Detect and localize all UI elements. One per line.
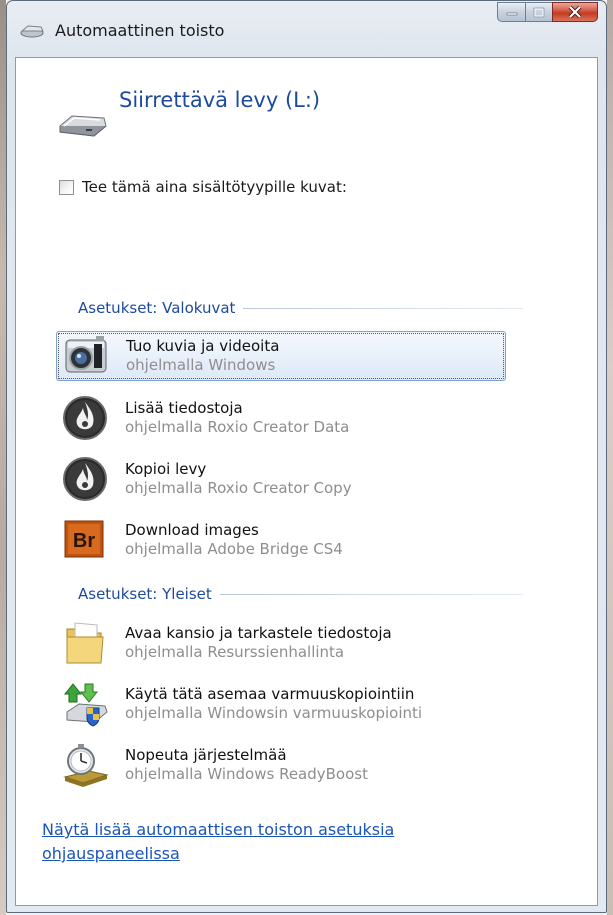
device-title: Siirrettävä levy (L:): [119, 88, 321, 112]
adobe-bridge-icon: Br: [61, 516, 111, 564]
option-subtitle: ohjelmalla Resurssienhallinta: [125, 643, 345, 661]
camera-icon: [62, 332, 112, 380]
group-header-general: Asetukset: Yleiset: [78, 585, 523, 603]
always-do-checkbox[interactable]: [59, 179, 74, 195]
roxio-flame-icon: [61, 455, 111, 503]
option-add-files[interactable]: Lisää tiedostoja ohjelmalla Roxio Creato…: [56, 393, 506, 443]
roxio-flame-icon: [61, 394, 111, 442]
svg-text:Br: Br: [73, 530, 95, 552]
maximize-button[interactable]: [525, 2, 552, 22]
close-button[interactable]: [552, 2, 598, 22]
group-header-label: Asetukset: Yleiset: [78, 585, 212, 603]
option-open-folder[interactable]: Avaa kansio ja tarkastele tiedostoja ohj…: [56, 618, 506, 668]
readyboost-icon: [61, 741, 111, 789]
window-title: Automaattinen toisto: [55, 21, 225, 40]
option-title: Lisää tiedostoja: [125, 399, 243, 417]
option-subtitle: ohjelmalla Windows: [126, 356, 276, 374]
option-title: Tuo kuvia ja videoita: [126, 337, 280, 355]
more-autoplay-options-link[interactable]: Näytä lisää automaattisen toiston asetuk…: [42, 818, 462, 866]
option-subtitle: ohjelmalla Roxio Creator Copy: [125, 479, 352, 497]
option-title: Kopioi levy: [125, 460, 207, 478]
option-download-images[interactable]: Br Download images ohjelmalla Adobe Brid…: [56, 515, 506, 565]
option-subtitle: ohjelmalla Windowsin varmuuskopiointi: [125, 704, 423, 722]
title-bar[interactable]: Automaattinen toisto: [7, 1, 606, 57]
autoplay-content: Siirrettävä levy (L:) Tee tämä aina sisä…: [15, 57, 598, 906]
group-divider: [243, 307, 523, 309]
always-do-label: Tee tämä aina sisältötyypille kuvat:: [82, 178, 347, 196]
group-divider: [219, 593, 523, 595]
folder-icon: [61, 619, 111, 667]
drive-title-icon: [20, 25, 44, 38]
option-import-pictures[interactable]: Tuo kuvia ja videoita ohjelmalla Windows: [56, 331, 506, 381]
option-subtitle: ohjelmalla Roxio Creator Data: [125, 418, 350, 436]
group-header-label: Asetukset: Valokuvat: [78, 299, 236, 317]
option-readyboost[interactable]: Nopeuta järjestelmää ohjelmalla Windows …: [56, 740, 506, 790]
maximize-icon: [533, 7, 545, 17]
option-title: Download images: [125, 521, 259, 539]
option-use-for-backup[interactable]: Käytä tätä asemaa varmuuskopiointiin ohj…: [56, 679, 506, 729]
autoplay-window: Automaattinen toisto Siirrettävä levy (L…: [6, 0, 607, 913]
backup-icon: [61, 680, 111, 728]
option-subtitle: ohjelmalla Adobe Bridge CS4: [125, 540, 343, 558]
option-title: Käytä tätä asemaa varmuuskopiointiin: [125, 685, 415, 703]
removable-drive-icon: [59, 115, 107, 137]
option-subtitle: ohjelmalla Windows ReadyBoost: [125, 765, 368, 783]
group-header-photos: Asetukset: Valokuvat: [78, 299, 523, 317]
close-icon: [568, 6, 582, 18]
always-do-row[interactable]: Tee tämä aina sisältötyypille kuvat:: [59, 178, 347, 196]
desktop-background-right: [607, 0, 613, 915]
option-copy-disc[interactable]: Kopioi levy ohjelmalla Roxio Creator Cop…: [56, 454, 506, 504]
minimize-icon: [506, 12, 517, 16]
minimize-button[interactable]: [497, 2, 525, 22]
option-title: Avaa kansio ja tarkastele tiedostoja: [125, 624, 392, 642]
option-title: Nopeuta järjestelmää: [125, 746, 287, 764]
